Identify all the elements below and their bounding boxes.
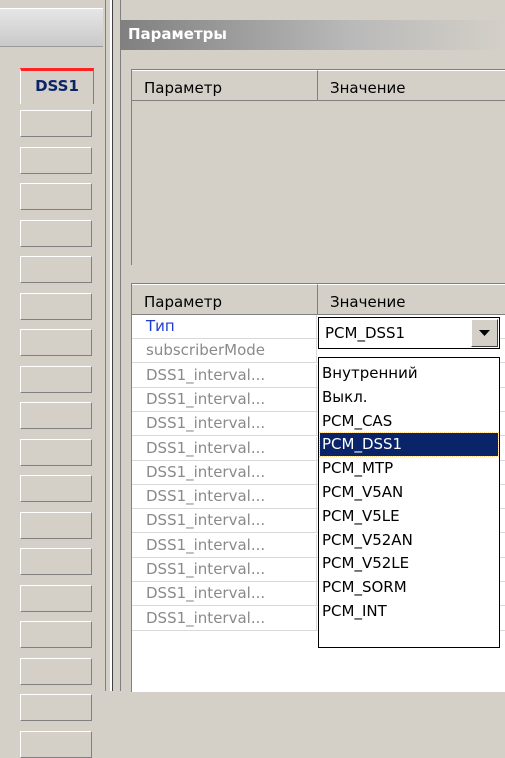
params-grid-top[interactable]: Параметр Значение: [131, 69, 505, 265]
param-name-cell[interactable]: DSS1_interval...: [132, 460, 317, 485]
panel-splitter[interactable]: [105, 0, 121, 691]
port-slot[interactable]: [20, 730, 92, 758]
port-slot[interactable]: [20, 548, 92, 575]
dropdown-option[interactable]: PCM_V5AN: [320, 481, 498, 504]
dropdown-option[interactable]: PCM_V52AN: [320, 529, 498, 552]
param-name-cell[interactable]: Тип: [132, 315, 317, 339]
type-combobox-value: PCM_DSS1: [325, 324, 406, 342]
param-name-cell[interactable]: DSS1_interval...: [132, 582, 317, 607]
type-dropdown-list[interactable]: Внутренний Выкл. PCM_CAS PCM_DSS1 PCM_MTP PCM…: [318, 357, 500, 648]
port-slot[interactable]: [20, 584, 92, 612]
dropdown-option[interactable]: PCM_CAS: [320, 410, 498, 433]
param-name-cell[interactable]: DSS1_interval...: [132, 533, 317, 558]
port-tab-dss1[interactable]: DSS1: [20, 68, 94, 104]
param-name-cell[interactable]: DSS1_interval...: [132, 606, 317, 631]
param-name-cell[interactable]: DSS1_interval...: [132, 509, 317, 534]
column-header-param[interactable]: Параметр: [132, 284, 318, 315]
port-slot[interactable]: [20, 110, 92, 137]
column-header-param[interactable]: Параметр: [132, 70, 318, 101]
param-name-cell[interactable]: DSS1_interval...: [132, 387, 317, 412]
dropdown-option[interactable]: PCM_V52LE: [320, 552, 498, 575]
column-header-value[interactable]: Значение: [318, 284, 505, 315]
port-slot[interactable]: [20, 402, 92, 429]
dropdown-option[interactable]: Выкл.: [320, 386, 498, 409]
port-slot[interactable]: [20, 365, 92, 393]
port-slot[interactable]: [20, 146, 92, 174]
port-list-header: [0, 8, 103, 47]
column-header-value[interactable]: Значение: [318, 70, 505, 101]
port-slot[interactable]: [20, 621, 92, 648]
param-name-cell[interactable]: DSS1_interval...: [132, 485, 317, 510]
dropdown-button[interactable]: [471, 319, 498, 347]
dropdown-option[interactable]: PCM_V5LE: [320, 505, 498, 528]
port-slot[interactable]: [20, 183, 92, 210]
port-slot[interactable]: [20, 511, 92, 539]
param-name-cell[interactable]: subscriberMode: [132, 339, 317, 364]
port-slot[interactable]: [20, 694, 92, 721]
param-name-cell[interactable]: DSS1_interval...: [132, 412, 317, 437]
port-slot[interactable]: [20, 657, 92, 685]
params-title: Параметры: [128, 25, 227, 43]
dropdown-option[interactable]: Внутренний: [320, 362, 498, 385]
port-slot[interactable]: [20, 438, 92, 466]
port-slot[interactable]: [20, 219, 92, 247]
port-slot[interactable]: [20, 292, 92, 320]
dropdown-option[interactable]: PCM_MTP: [320, 457, 498, 480]
dropdown-option[interactable]: PCM_DSS1: [319, 432, 499, 458]
param-name-cell[interactable]: DSS1_interval...: [132, 558, 317, 582]
param-name-cell[interactable]: DSS1_interval...: [132, 436, 317, 461]
dropdown-option[interactable]: PCM_INT: [320, 600, 498, 623]
port-slot[interactable]: [20, 475, 92, 502]
chevron-down-icon: [479, 330, 490, 336]
param-name-cell[interactable]: DSS1_interval...: [132, 363, 317, 388]
port-list-panel: DSS1: [0, 0, 105, 758]
port-slot[interactable]: [20, 256, 92, 283]
port-slot[interactable]: [20, 329, 92, 356]
port-tab-label: DSS1: [35, 77, 79, 95]
type-combobox[interactable]: PCM_DSS1: [318, 317, 500, 349]
dropdown-option[interactable]: PCM_SORM: [320, 576, 498, 599]
params-title-bar: Параметры: [121, 20, 505, 50]
